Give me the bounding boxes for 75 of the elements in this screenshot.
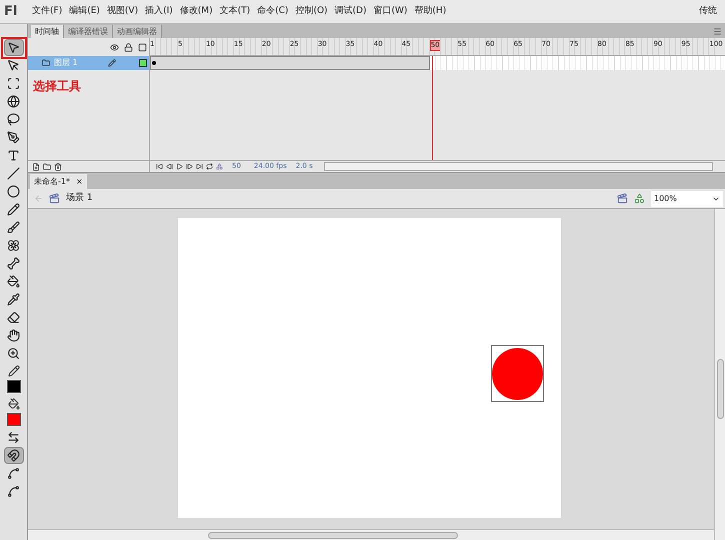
curve-icon — [7, 485, 20, 498]
pencil-icon — [108, 59, 116, 67]
oval-icon — [7, 185, 20, 198]
app-logo: Fl — [3, 2, 18, 21]
menu-item[interactable]: 插入(I) — [145, 4, 173, 18]
annotation-text: 选择工具 — [33, 78, 81, 95]
delete-icon[interactable] — [54, 162, 62, 170]
document-tab[interactable]: 未命名-1* × — [30, 174, 87, 189]
menu-item[interactable]: 帮助(H) — [414, 4, 446, 18]
step-back-icon[interactable] — [166, 163, 173, 170]
menu-item[interactable]: 文件(F) — [32, 4, 62, 18]
eye-icon[interactable] — [110, 42, 119, 52]
layer-icon — [42, 59, 50, 67]
paint-bucket-icon — [7, 275, 20, 288]
selection-arrow-icon — [7, 41, 20, 54]
right-scrollbar[interactable] — [714, 209, 725, 540]
panel-tab[interactable]: 动画编辑器 — [113, 25, 162, 38]
panel-menu-icon[interactable] — [713, 27, 722, 36]
menu-item[interactable]: 编辑(E) — [69, 4, 100, 18]
bottom-scrollbar[interactable] — [28, 529, 714, 540]
menu-item[interactable]: 命令(C) — [257, 4, 288, 18]
menu-item[interactable]: 控制(O) — [295, 4, 328, 18]
onion-skin-icon[interactable] — [216, 163, 223, 170]
menu-item[interactable]: 文本(T) — [220, 4, 250, 18]
menu-item[interactable]: 调试(D) — [334, 4, 366, 18]
scene-name: 场景 1 — [66, 192, 93, 205]
menu-item[interactable]: 视图(V) — [106, 4, 138, 18]
menu-item[interactable]: 窗口(W) — [374, 4, 408, 18]
document-title: 未命名-1* — [34, 176, 70, 188]
folder-icon[interactable] — [43, 162, 51, 170]
magnet-tool[interactable] — [4, 447, 24, 464]
fill-bucket-icon — [8, 398, 20, 410]
highlight-frame — [1, 37, 27, 59]
new-layer-icon[interactable] — [32, 162, 40, 170]
selection-arrow-tool[interactable] — [4, 39, 24, 56]
close-icon[interactable]: × — [76, 176, 83, 188]
bone-icon — [7, 257, 20, 270]
step-forward-icon[interactable] — [186, 163, 193, 170]
first-frame-icon[interactable] — [156, 163, 163, 170]
edit-scene-icon[interactable] — [617, 193, 628, 204]
line-icon — [7, 167, 20, 180]
flower-icon — [7, 239, 20, 252]
subselection-arrow-icon — [7, 59, 20, 72]
curve-icon — [7, 467, 20, 480]
stroke-color-swatch[interactable] — [6, 380, 20, 393]
edit-symbol-icon[interactable] — [634, 193, 645, 204]
last-frame-icon[interactable] — [196, 163, 203, 170]
brush-icon — [7, 221, 20, 234]
sphere-icon — [7, 95, 20, 108]
horizontal-scrollbar[interactable] — [324, 162, 713, 171]
zoom-icon — [7, 347, 20, 360]
menu-item[interactable]: 修改(M) — [180, 4, 213, 18]
workspace-switcher[interactable]: 传统 — [699, 4, 717, 18]
swap-colors-icon — [7, 431, 20, 444]
eyedropper-icon — [7, 293, 20, 306]
scene-icon — [49, 193, 60, 204]
layer-color-box — [139, 59, 147, 67]
panel-tab[interactable]: 时间轴 — [31, 25, 64, 38]
hand-icon — [7, 329, 20, 342]
transform-icon — [7, 77, 20, 90]
magnet-icon — [7, 449, 20, 462]
loop-icon[interactable] — [206, 163, 213, 170]
layer-name: 图层 1 — [54, 57, 79, 69]
outline-icon[interactable] — [138, 42, 147, 52]
fill-color-swatch[interactable] — [6, 413, 20, 426]
eraser-icon — [7, 311, 20, 324]
stroke-pencil-icon — [8, 365, 20, 377]
zoom-dropdown[interactable]: 100% — [651, 190, 723, 206]
text-tool-icon — [7, 149, 20, 162]
pen-icon — [7, 131, 20, 144]
panel-tab[interactable]: 编译器错误 — [64, 25, 113, 38]
play-icon[interactable] — [176, 163, 183, 170]
pencil-icon — [7, 203, 20, 216]
lasso-icon — [7, 113, 20, 126]
lock-icon[interactable] — [124, 42, 133, 52]
